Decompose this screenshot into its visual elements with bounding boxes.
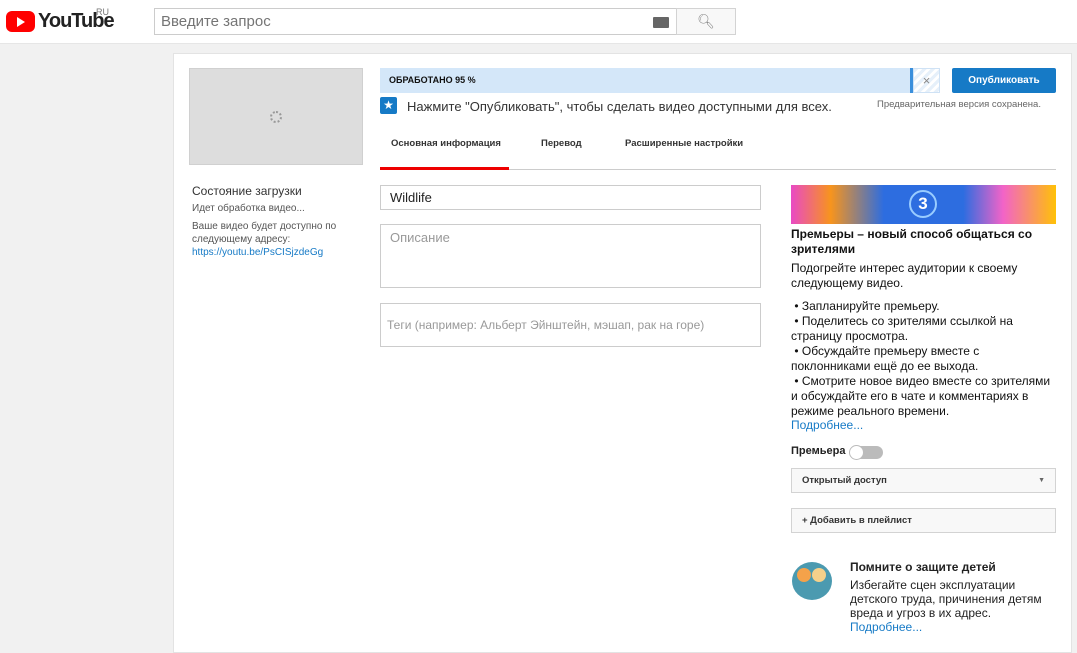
active-tab-indicator (380, 167, 509, 170)
add-to-playlist-label: + Добавить в плейлист (802, 515, 912, 526)
publish-button[interactable]: Опубликовать (952, 68, 1056, 93)
premiere-toggle-label: Премьера (791, 445, 846, 457)
tab-translation[interactable]: Перевод (541, 138, 582, 149)
add-to-playlist-button[interactable]: + Добавить в плейлист (791, 508, 1056, 533)
premiere-toggle[interactable] (849, 445, 883, 460)
child-safety-title: Помните о защите детей (850, 560, 996, 574)
star-icon: ★ (380, 97, 397, 114)
child-safety-icon (792, 562, 832, 600)
countdown-number: 3 (909, 190, 937, 218)
loading-spinner-icon (270, 110, 282, 123)
progress-bar: ОБРАБОТАНО 95 % (380, 68, 913, 93)
youtube-logo[interactable]: YouTube RU (6, 7, 115, 33)
keyboard-icon[interactable] (653, 17, 669, 28)
premiere-banner-image: 3 (791, 185, 1056, 224)
tab-basic-info[interactable]: Основная информация (391, 138, 501, 149)
premiere-bullet: • Обсуждайте премьеру вместе с поклонник… (791, 344, 980, 373)
search-icon: 🔍︎ (697, 13, 715, 29)
premiere-bullet: • Поделитесь со зрителями ссылкой на стр… (791, 314, 1013, 343)
status-text: Идет обработка видео... (192, 203, 305, 214)
video-url-link[interactable]: https://youtu.be/PsCISjzdeGg (192, 246, 323, 259)
description-textarea[interactable]: Описание (380, 224, 761, 288)
draft-saved-status: Предварительная версия сохранена. (877, 99, 1041, 110)
publish-hint: Нажмите "Опубликовать", чтобы сделать ви… (407, 99, 832, 114)
premiere-more-link[interactable]: Подробнее... (791, 418, 1059, 433)
url-note: Ваше видео будет доступно по следующему … (192, 221, 337, 245)
premiere-bullet: • Запланируйте премьеру. (791, 299, 940, 313)
premiere-body: Подогрейте интерес аудитории к своему сл… (791, 261, 1059, 419)
video-thumbnail (189, 68, 363, 165)
tab-advanced-settings[interactable]: Расширенные настройки (625, 138, 743, 149)
privacy-select[interactable]: Открытый доступ ▼ (791, 468, 1056, 493)
tags-input[interactable]: Теги (например: Альберт Эйнштейн, мэшап,… (380, 303, 761, 347)
status-title: Состояние загрузки (192, 184, 302, 198)
cancel-upload-button[interactable]: × (913, 68, 940, 93)
child-safety-more-link[interactable]: Подробнее... (850, 620, 922, 634)
play-icon (6, 11, 35, 32)
search-button[interactable]: 🔍︎ (676, 8, 736, 35)
privacy-value: Открытый доступ (802, 475, 887, 486)
dropdown-arrow-icon: ▼ (1038, 477, 1045, 484)
premiere-bullet: • Смотрите новое видео вместе со зрителя… (791, 374, 1051, 418)
premiere-intro: Подогрейте интерес аудитории к своему сл… (791, 261, 1018, 290)
child-safety-body: Избегайте сцен эксплуатации детского тру… (850, 578, 1042, 620)
logo-region: RU (96, 7, 109, 17)
close-icon: × (922, 73, 931, 88)
premiere-title: Премьеры – новый способ общаться со зрит… (791, 227, 1033, 256)
search-input[interactable] (154, 8, 677, 35)
title-input[interactable]: Wildlife (380, 185, 761, 210)
progress-label: ОБРАБОТАНО 95 % (389, 75, 476, 85)
